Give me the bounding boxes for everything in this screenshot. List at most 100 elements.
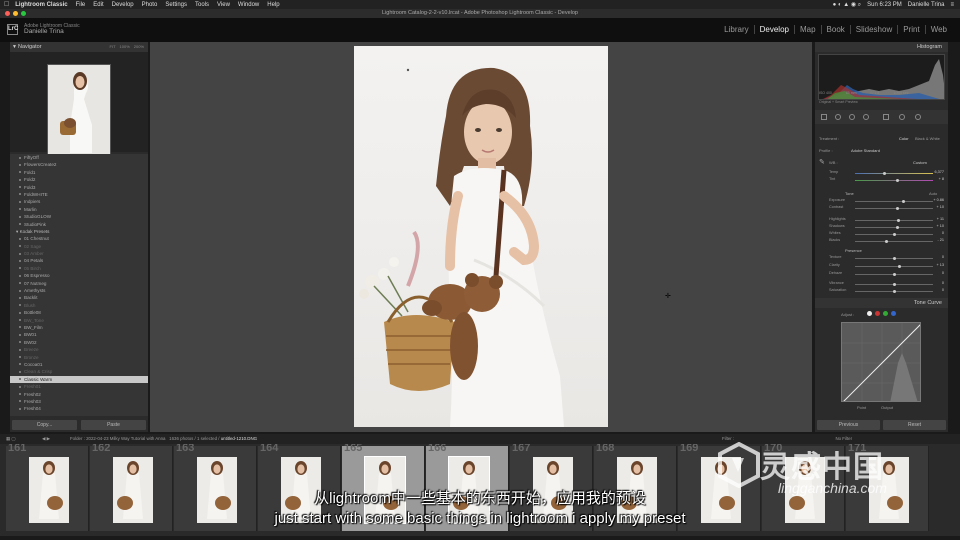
preset-item[interactable]: Fold2 bbox=[10, 176, 148, 183]
masking-icon[interactable] bbox=[863, 114, 869, 120]
curve-rgb-button[interactable] bbox=[867, 311, 872, 316]
module-library[interactable]: Library bbox=[719, 25, 753, 34]
preset-item[interactable]: Indpiers bbox=[10, 198, 148, 205]
status-icons[interactable]: ● ◐ ▲ ◉ ⌕ bbox=[833, 1, 861, 9]
clarity-slider[interactable] bbox=[855, 266, 933, 267]
loupe-view[interactable]: ✛ bbox=[150, 42, 812, 432]
vibrance-slider-knob[interactable] bbox=[892, 282, 896, 286]
menu-photo[interactable]: Photo bbox=[142, 2, 158, 8]
temp-slider-knob[interactable] bbox=[883, 171, 887, 175]
curve-red-button[interactable] bbox=[875, 311, 880, 316]
preset-item[interactable]: StudioPink bbox=[10, 221, 148, 228]
whites-value[interactable]: 0 bbox=[942, 231, 944, 235]
preset-item[interactable]: Classic Warm bbox=[10, 375, 148, 384]
copy-settings-button[interactable]: Copy... bbox=[12, 420, 77, 430]
preset-item[interactable]: Bronze bbox=[10, 354, 148, 361]
nav-arrows-icon[interactable]: ◀ ▶ bbox=[42, 434, 50, 444]
eyedropper-icon[interactable]: ✎ bbox=[819, 158, 825, 166]
histogram-header[interactable]: Histogram bbox=[815, 42, 948, 52]
zoom-window-button[interactable] bbox=[21, 11, 26, 16]
menu-file[interactable]: File bbox=[76, 2, 86, 8]
preset-item[interactable]: Cocoa01 bbox=[10, 361, 148, 368]
preset-item[interactable]: Fold3 bbox=[10, 184, 148, 191]
tone-auto-button[interactable]: Auto bbox=[929, 191, 937, 196]
preset-item[interactable]: Amethysts bbox=[10, 287, 148, 294]
collapse-triangle-icon[interactable]: ▼ bbox=[12, 42, 17, 52]
tint-slider[interactable] bbox=[855, 180, 933, 181]
temp-value[interactable]: 6,377 bbox=[934, 170, 944, 174]
dehaze-slider-knob[interactable] bbox=[892, 272, 896, 276]
treatment-color[interactable]: Color bbox=[899, 136, 909, 141]
radial-filter-icon[interactable] bbox=[899, 114, 905, 120]
menu-help[interactable]: Help bbox=[267, 2, 279, 8]
preset-item[interactable]: FoldWHITE bbox=[10, 191, 148, 198]
preset-item[interactable]: Blush bbox=[10, 302, 148, 309]
menu-tools[interactable]: Tools bbox=[195, 2, 209, 8]
paste-settings-button[interactable]: Paste bbox=[81, 420, 146, 430]
graduated-filter-icon[interactable] bbox=[883, 114, 889, 120]
preset-item[interactable]: Backlit bbox=[10, 294, 148, 301]
selected-file[interactable]: untitled-1210.DNG bbox=[221, 436, 257, 441]
profile-select[interactable]: Adobe Standard bbox=[851, 148, 880, 153]
preset-item[interactable]: Bottle08 bbox=[10, 309, 148, 316]
contrast-slider-knob[interactable] bbox=[896, 206, 900, 210]
preset-item[interactable]: 04 Petals bbox=[10, 257, 148, 264]
brush-icon[interactable] bbox=[915, 114, 921, 120]
menu-develop[interactable]: Develop bbox=[112, 2, 134, 8]
dehaze-value[interactable]: 0 bbox=[942, 271, 944, 275]
tone-curve-graph[interactable] bbox=[841, 322, 921, 402]
nav-100[interactable]: 100% bbox=[120, 42, 130, 52]
navigator-header[interactable]: ▼ Navigator FIT 100% 200% bbox=[10, 42, 148, 52]
highlights-slider[interactable] bbox=[855, 220, 933, 221]
shadows-value[interactable]: + 10 bbox=[937, 224, 945, 228]
menu-window[interactable]: Window bbox=[238, 2, 259, 8]
shadows-slider[interactable] bbox=[855, 227, 933, 228]
blacks-slider[interactable] bbox=[855, 241, 933, 242]
clock[interactable]: Sun 6:23 PM bbox=[867, 2, 902, 8]
control-center-icon[interactable]: ≡ bbox=[950, 2, 954, 8]
texture-slider-knob[interactable] bbox=[892, 256, 896, 260]
reset-button[interactable]: Reset bbox=[883, 420, 946, 430]
preset-item[interactable]: Fresh03 bbox=[10, 398, 148, 405]
nav-200[interactable]: 200% bbox=[134, 42, 144, 52]
preset-item[interactable]: FiftyOff bbox=[10, 154, 148, 161]
module-web[interactable]: Web bbox=[924, 25, 952, 34]
contrast-slider[interactable] bbox=[855, 208, 933, 209]
preset-item[interactable]: BW_Film bbox=[10, 324, 148, 331]
previous-button[interactable]: Previous bbox=[817, 420, 880, 430]
saturation-slider-knob[interactable] bbox=[892, 289, 896, 293]
red-eye-icon[interactable] bbox=[849, 114, 855, 120]
treatment-bw[interactable]: Black & White bbox=[915, 136, 940, 141]
main-photo[interactable] bbox=[354, 46, 608, 427]
curve-green-button[interactable] bbox=[883, 311, 888, 316]
grid-icon[interactable]: ▦ ▢ bbox=[6, 434, 16, 444]
curve-blue-button[interactable] bbox=[891, 311, 896, 316]
preset-item[interactable]: Fresh02 bbox=[10, 391, 148, 398]
folder-path[interactable]: Folder : 2022-04-23 Milky Way Tutorial w… bbox=[70, 436, 166, 441]
nav-fit[interactable]: FIT bbox=[110, 42, 116, 52]
apple-icon[interactable]:  bbox=[4, 1, 9, 8]
contrast-value[interactable]: + 10 bbox=[937, 205, 945, 209]
tint-slider-knob[interactable] bbox=[896, 178, 900, 182]
menu-app[interactable]: Lightroom Classic bbox=[15, 2, 67, 8]
preset-item[interactable]: Fresh01 bbox=[10, 383, 148, 390]
preset-item[interactable]: Fresh04 bbox=[10, 405, 148, 412]
preset-item[interactable]: 01 Chestnut bbox=[10, 235, 148, 242]
presets-panel[interactable]: FiftyOff FlowersCreate2 Fold1 Fold2 Fold3 Fol… bbox=[10, 154, 148, 416]
preset-item[interactable]: FlowersCreate2 bbox=[10, 161, 148, 168]
clarity-slider-knob[interactable] bbox=[897, 264, 901, 268]
whites-slider-knob[interactable] bbox=[892, 232, 896, 236]
exposure-slider-knob[interactable] bbox=[901, 199, 905, 203]
preset-item[interactable]: 03 Amber bbox=[10, 250, 148, 257]
preset-item[interactable]: Clean & Crisp bbox=[10, 368, 148, 375]
clarity-value[interactable]: + 13 bbox=[937, 263, 945, 267]
temp-slider[interactable] bbox=[855, 173, 933, 174]
texture-value[interactable]: 0 bbox=[942, 255, 944, 259]
menubar-user[interactable]: Danielle Trina bbox=[908, 2, 945, 8]
exposure-value[interactable]: + 0.86 bbox=[933, 198, 944, 202]
saturation-value[interactable]: 0 bbox=[942, 288, 944, 292]
preset-item[interactable]: BW01 bbox=[10, 331, 148, 338]
wb-select[interactable]: Custom bbox=[913, 160, 927, 165]
spot-removal-icon[interactable] bbox=[835, 114, 841, 120]
menu-view[interactable]: View bbox=[217, 2, 230, 8]
